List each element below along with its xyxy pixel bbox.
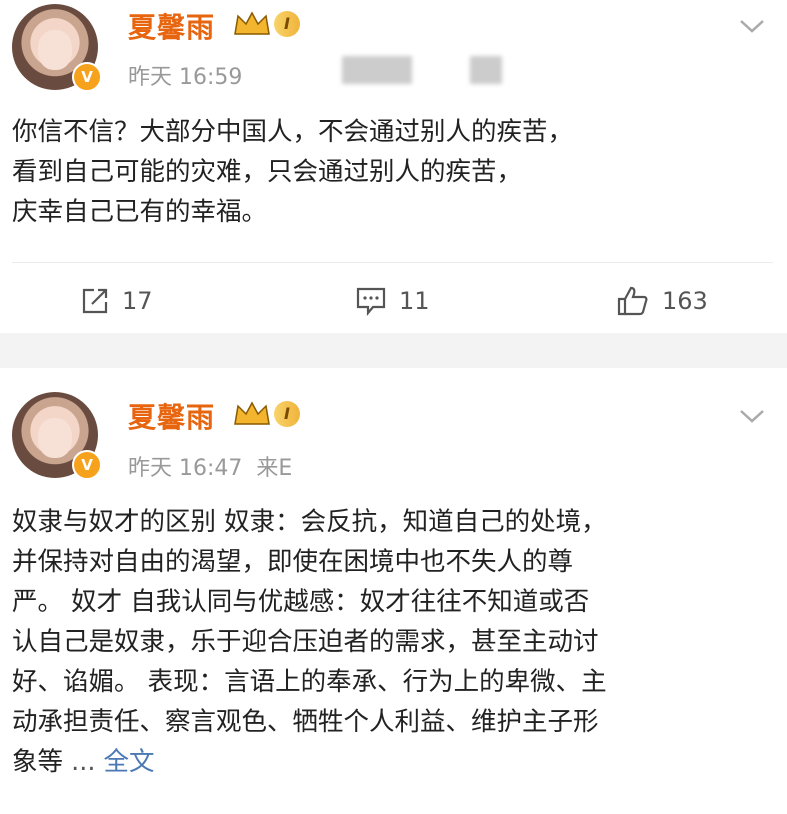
text-line: 并保持对自由的渴望，即使在困境中也不失人的尊	[12, 547, 574, 577]
text-line: 你信不信？大部分中国人，不会通过别人的疾苦，	[12, 117, 574, 147]
repost-icon	[82, 288, 108, 314]
verified-badge-icon: V	[72, 62, 102, 92]
text-line: 看到自己可能的灾难，只会通过别人的疾苦，	[12, 157, 523, 187]
post-text: 你信不信？大部分中国人，不会通过别人的疾苦， 看到自己可能的灾难，只会通过别人的…	[12, 112, 773, 232]
text-line: 奴隶与奴才的区别 奴隶：会反抗，知道自己的处境，	[12, 507, 607, 537]
post-meta: 昨天 16:47 来E	[128, 450, 292, 482]
username[interactable]: 夏馨雨	[128, 6, 215, 46]
repost-count: 17	[122, 287, 153, 315]
redacted-block	[470, 56, 502, 84]
level-badge[interactable]: I	[274, 11, 300, 37]
post-time: 昨天 16:47	[128, 456, 243, 481]
post-text: 奴隶与奴才的区别 奴隶：会反抗，知道自己的处境， 并保持对自由的渴望，即使在困境…	[12, 502, 773, 782]
text-line: 严。 奴才 自我认同与优越感：奴才往往不知道或否	[12, 587, 590, 617]
crown-icon	[234, 401, 270, 425]
text-line: 庆幸自己已有的幸福。	[12, 197, 268, 227]
post-card: V 夏馨雨 I 昨天 16:47 来E 奴隶与奴才的区别 奴隶：会反抗，知道自己的…	[0, 368, 787, 814]
post-time: 昨天 16:59	[128, 65, 243, 90]
level-badge[interactable]: I	[274, 401, 300, 427]
text-line: 动承担责任、察言观色、牺牲个人利益、维护主子形	[12, 707, 599, 737]
like-button[interactable]: 163	[616, 278, 708, 324]
username[interactable]: 夏馨雨	[128, 396, 215, 436]
comment-button[interactable]: 11	[355, 278, 430, 324]
divider	[12, 262, 773, 263]
crown-icon	[234, 11, 270, 35]
post-source: 来E	[256, 456, 293, 481]
post-card: V 夏馨雨 I 昨天 16:59 你信不信？大部分中国人，不会通过别人的疾苦， …	[0, 0, 787, 333]
comment-count: 11	[399, 287, 430, 315]
redacted-block	[342, 56, 412, 84]
ellipsis: ...	[63, 747, 104, 777]
chevron-down-icon[interactable]	[739, 18, 765, 34]
text-line: 认自己是奴隶，乐于迎合压迫者的需求，甚至主动讨	[12, 627, 599, 657]
text-tail: 象等	[12, 747, 64, 777]
verified-badge-icon: V	[72, 450, 102, 480]
comment-icon	[356, 287, 386, 316]
repost-button[interactable]: 17	[80, 278, 153, 324]
text-line: 象等 ... 全文	[12, 742, 773, 782]
like-icon	[617, 286, 648, 316]
post-meta: 昨天 16:59	[128, 59, 256, 91]
chevron-down-icon[interactable]	[739, 408, 765, 424]
text-line: 好、谄媚。 表现：言语上的奉承、行为上的卑微、主	[12, 667, 607, 697]
full-text-link[interactable]: 全文	[104, 747, 155, 777]
like-count: 163	[662, 287, 708, 315]
action-bar: 17 11 163	[0, 278, 787, 324]
